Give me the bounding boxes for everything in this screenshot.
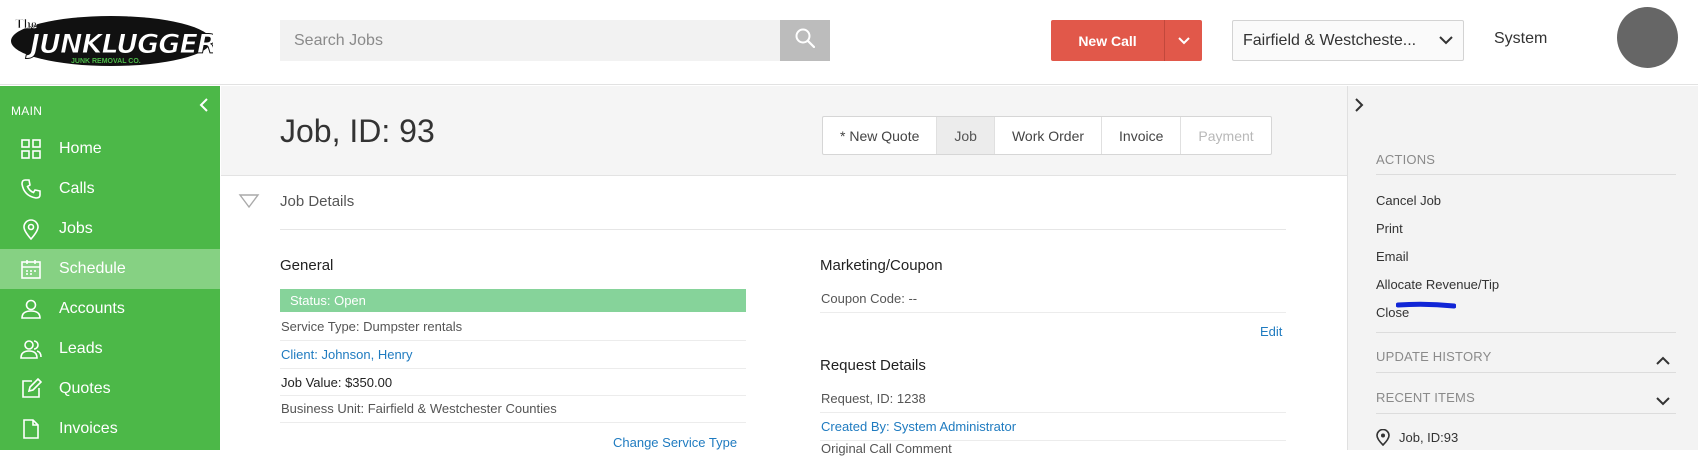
document-icon	[20, 418, 42, 440]
client-link[interactable]: Client: Johnson, Henry	[281, 341, 413, 368]
divider	[1376, 413, 1676, 414]
new-call-dropdown-toggle[interactable]	[1165, 20, 1202, 61]
change-service-type-link[interactable]: Change Service Type	[613, 428, 737, 456]
divider	[1376, 332, 1676, 333]
recent-item-label: Job, ID:93	[1399, 430, 1459, 445]
general-heading: General	[280, 257, 334, 274]
user-icon	[20, 298, 42, 320]
job-search	[280, 20, 830, 61]
sidebar-item-accounts[interactable]: Accounts	[0, 289, 220, 329]
chevron-up-icon[interactable]	[1656, 353, 1670, 365]
sidebar: MAIN Home Calls Jobs Schedule Accounts L…	[0, 86, 220, 450]
cancel-job-action[interactable]: Cancel Job	[1376, 193, 1441, 208]
sidebar-item-leads[interactable]: Leads	[0, 329, 220, 369]
tab-payment: Payment	[1198, 127, 1254, 144]
created-by-link[interactable]: Created By: System Administrator	[821, 413, 1016, 440]
sidebar-item-label: Invoices	[59, 420, 118, 437]
edit-icon	[20, 378, 42, 400]
allocate-revenue-tip-action[interactable]: Allocate Revenue/Tip	[1376, 277, 1499, 292]
tab-new-quote[interactable]: * New Quote	[823, 117, 938, 154]
update-history-header[interactable]: UPDATE HISTORY	[1376, 349, 1492, 364]
phone-icon	[20, 178, 42, 200]
new-call-button[interactable]: New Call	[1051, 20, 1164, 61]
sidebar-item-jobs[interactable]: Jobs	[0, 209, 220, 249]
sidebar-item-label: Leads	[59, 340, 103, 357]
print-action[interactable]: Print	[1376, 221, 1403, 236]
section-collapse-toggle[interactable]	[238, 193, 260, 209]
triangle-down-icon	[238, 194, 260, 213]
svg-text:JUNK REMOVAL CO.: JUNK REMOVAL CO.	[71, 58, 141, 65]
new-call-split-button: New Call	[1051, 20, 1202, 61]
job-value: Job Value: $350.00	[281, 375, 393, 390]
tab-work-order[interactable]: Work Order	[995, 117, 1103, 154]
status-badge: Status: Open	[280, 289, 746, 312]
section-title: Job Details	[280, 193, 355, 210]
email-action[interactable]: Email	[1376, 249, 1409, 264]
divider	[1376, 372, 1676, 373]
sidebar-section-label: MAIN	[11, 104, 43, 118]
map-pin-icon	[1376, 429, 1390, 446]
sidebar-item-quotes[interactable]: Quotes	[0, 369, 220, 409]
edit-marketing-link[interactable]: Edit	[1260, 318, 1282, 345]
sidebar-item-invoices[interactable]: Invoices	[0, 409, 220, 449]
business-unit-value: Fairfield & Westcheste...	[1243, 31, 1417, 49]
sidebar-item-label: Home	[59, 140, 102, 157]
divider	[280, 229, 1286, 230]
sidebar-item-calls[interactable]: Calls	[0, 169, 220, 209]
chevron-left-icon	[198, 98, 210, 116]
chevron-down-icon	[1177, 32, 1190, 50]
avatar[interactable]	[1617, 7, 1678, 68]
map-pin-icon	[20, 218, 42, 240]
collapse-sidebar-button[interactable]	[198, 98, 214, 114]
expand-panel-button[interactable]	[1353, 98, 1369, 116]
search-icon	[795, 28, 816, 53]
close-action[interactable]: Close	[1376, 305, 1409, 320]
coupon-code: Coupon Code: --	[821, 291, 918, 306]
original-call-comment: Original Call Comment	[821, 441, 952, 456]
junkluggers-logo[interactable]: The JUNKLUGGERS JUNK REMOVAL CO.	[8, 10, 237, 68]
sidebar-item-label: Calls	[59, 180, 95, 197]
job-stage-tabs: * New Quote Job Work Order Invoice Payme…	[822, 116, 1272, 155]
page-title: Job, ID: 93	[280, 113, 435, 149]
tab-invoice[interactable]: Invoice	[1102, 117, 1182, 154]
recent-item[interactable]: Job, ID:93	[1376, 429, 1458, 446]
user-name[interactable]: System	[1494, 30, 1547, 48]
sidebar-item-schedule[interactable]: Schedule	[0, 249, 220, 289]
blue-underline-annotation	[1395, 296, 1457, 309]
sidebar-item-label: Quotes	[59, 380, 111, 397]
request-id: Request, ID: 1238	[821, 391, 926, 406]
divider	[280, 422, 746, 423]
marketing-heading: Marketing/Coupon	[820, 257, 943, 274]
sidebar-item-home[interactable]: Home	[0, 129, 220, 169]
grid-icon	[20, 138, 42, 160]
search-input[interactable]	[280, 20, 780, 61]
divider	[1376, 174, 1676, 175]
calendar-icon	[20, 258, 42, 280]
users-icon	[20, 338, 42, 360]
service-type: Service Type: Dumpster rentals	[281, 319, 463, 334]
chevron-down-icon	[1439, 32, 1453, 50]
search-button[interactable]	[780, 20, 830, 61]
recent-items-header[interactable]: RECENT ITEMS	[1376, 390, 1475, 405]
business-unit: Business Unit: Fairfield & Westchester C…	[281, 401, 557, 416]
sidebar-item-label: Jobs	[59, 220, 93, 237]
actions-heading: ACTIONS	[1376, 152, 1436, 167]
tab-job[interactable]: Job	[937, 117, 995, 154]
sidebar-item-label: Accounts	[59, 300, 125, 317]
business-unit-select[interactable]: Fairfield & Westcheste...	[1232, 20, 1464, 61]
divider	[820, 312, 1286, 313]
top-header: The JUNKLUGGERS JUNK REMOVAL CO. New Cal…	[0, 0, 1698, 85]
sidebar-item-label: Schedule	[59, 260, 126, 277]
svg-text:JUNKLUGGERS: JUNKLUGGERS	[25, 29, 213, 60]
chevron-down-icon[interactable]	[1656, 393, 1670, 406]
request-heading: Request Details	[820, 357, 926, 374]
chevron-right-icon	[1353, 98, 1365, 116]
